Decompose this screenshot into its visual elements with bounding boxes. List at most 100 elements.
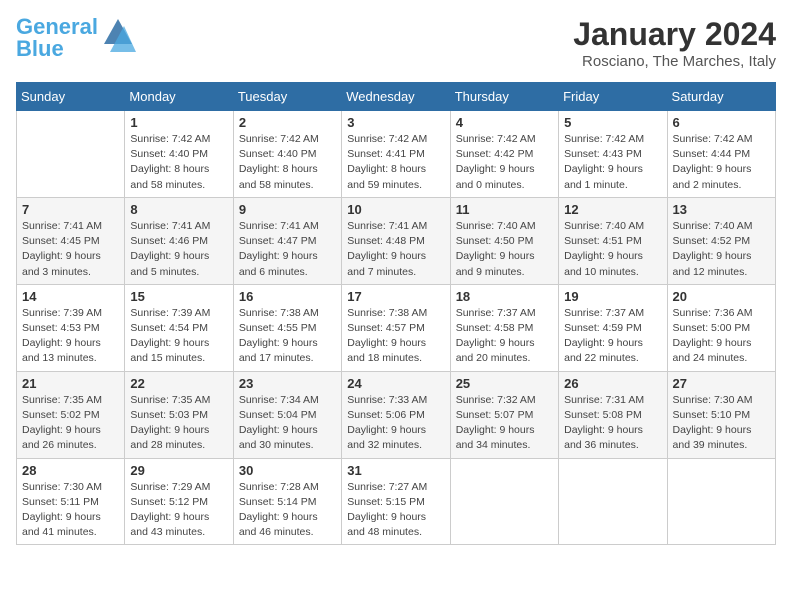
logo: GeneralBlue <box>16 16 136 60</box>
day-info: Sunrise: 7:42 AM Sunset: 4:40 PM Dayligh… <box>239 132 336 193</box>
weekday-header: Thursday <box>450 83 558 111</box>
day-number: 19 <box>564 289 661 304</box>
day-info: Sunrise: 7:40 AM Sunset: 4:51 PM Dayligh… <box>564 219 661 280</box>
calendar-cell: 23 Sunrise: 7:34 AM Sunset: 5:04 PM Dayli… <box>233 371 341 458</box>
day-number: 21 <box>22 376 119 391</box>
day-info: Sunrise: 7:27 AM Sunset: 5:15 PM Dayligh… <box>347 480 444 541</box>
calendar-cell: 9 Sunrise: 7:41 AM Sunset: 4:47 PM Daylig… <box>233 197 341 284</box>
calendar-cell: 15 Sunrise: 7:39 AM Sunset: 4:54 PM Dayli… <box>125 284 233 371</box>
calendar-cell: 7Sunrise: 7:41 AM Sunset: 4:45 PM Daylig… <box>17 197 125 284</box>
calendar-cell: 29Sunrise: 7:29 AM Sunset: 5:12 PM Dayli… <box>125 458 233 545</box>
calendar-cell <box>667 458 775 545</box>
calendar-cell: 21Sunrise: 7:35 AM Sunset: 5:02 PM Dayli… <box>17 371 125 458</box>
day-number: 15 <box>130 289 227 304</box>
day-number: 6 <box>673 115 770 130</box>
day-number: 23 <box>239 376 336 391</box>
weekday-header: Tuesday <box>233 83 341 111</box>
weekday-header: Friday <box>559 83 667 111</box>
calendar-cell: 1Sunrise: 7:42 AM Sunset: 4:40 PM Daylig… <box>125 111 233 198</box>
logo-icon <box>100 14 136 54</box>
location: Rosciano, The Marches, Italy <box>573 53 776 70</box>
day-number: 14 <box>22 289 119 304</box>
calendar-week-row: 7Sunrise: 7:41 AM Sunset: 4:45 PM Daylig… <box>17 197 776 284</box>
calendar-cell: 10Sunrise: 7:41 AM Sunset: 4:48 PM Dayli… <box>342 197 450 284</box>
day-info: Sunrise: 7:41 AM Sunset: 4:47 PM Dayligh… <box>239 219 336 280</box>
month-title: January 2024 <box>573 16 776 53</box>
day-number: 12 <box>564 202 661 217</box>
calendar-cell: 18 Sunrise: 7:37 AM Sunset: 4:58 PM Dayli… <box>450 284 558 371</box>
calendar-cell: 2Sunrise: 7:42 AM Sunset: 4:40 PM Daylig… <box>233 111 341 198</box>
day-number: 4 <box>456 115 553 130</box>
day-info: Sunrise: 7:41 AM Sunset: 4:46 PM Dayligh… <box>130 219 227 280</box>
weekday-header: Monday <box>125 83 233 111</box>
day-info: Sunrise: 7:31 AM Sunset: 5:08 PM Dayligh… <box>564 393 661 454</box>
day-info: Sunrise: 7:37 AM Sunset: 4:59 PM Dayligh… <box>564 306 661 367</box>
day-info: Sunrise: 7:35 AM Sunset: 5:03 PM Dayligh… <box>130 393 227 454</box>
day-number: 30 <box>239 463 336 478</box>
calendar-cell: 6 Sunrise: 7:42 AM Sunset: 4:44 PM Daylig… <box>667 111 775 198</box>
day-info: Sunrise: 7:42 AM Sunset: 4:40 PM Dayligh… <box>130 132 227 193</box>
page-header: GeneralBlue January 2024 Rosciano, The M… <box>16 16 776 70</box>
calendar-cell <box>559 458 667 545</box>
calendar-header-row: SundayMondayTuesdayWednesdayThursdayFrid… <box>17 83 776 111</box>
calendar-cell: 26 Sunrise: 7:31 AM Sunset: 5:08 PM Dayli… <box>559 371 667 458</box>
day-info: Sunrise: 7:42 AM Sunset: 4:42 PM Dayligh… <box>456 132 553 193</box>
calendar-week-row: 14Sunrise: 7:39 AM Sunset: 4:53 PM Dayli… <box>17 284 776 371</box>
day-number: 13 <box>673 202 770 217</box>
calendar-cell <box>17 111 125 198</box>
calendar-cell: 8 Sunrise: 7:41 AM Sunset: 4:46 PM Daylig… <box>125 197 233 284</box>
day-info: Sunrise: 7:30 AM Sunset: 5:10 PM Dayligh… <box>673 393 770 454</box>
calendar-week-row: 1Sunrise: 7:42 AM Sunset: 4:40 PM Daylig… <box>17 111 776 198</box>
calendar-week-row: 28Sunrise: 7:30 AM Sunset: 5:11 PM Dayli… <box>17 458 776 545</box>
calendar-week-row: 21Sunrise: 7:35 AM Sunset: 5:02 PM Dayli… <box>17 371 776 458</box>
day-number: 25 <box>456 376 553 391</box>
calendar-cell: 11 Sunrise: 7:40 AM Sunset: 4:50 PM Dayli… <box>450 197 558 284</box>
day-number: 18 <box>456 289 553 304</box>
day-number: 31 <box>347 463 444 478</box>
day-number: 20 <box>673 289 770 304</box>
day-info: Sunrise: 7:40 AM Sunset: 4:52 PM Dayligh… <box>673 219 770 280</box>
day-number: 24 <box>347 376 444 391</box>
day-number: 8 <box>130 202 227 217</box>
calendar-cell: 3 Sunrise: 7:42 AM Sunset: 4:41 PM Daylig… <box>342 111 450 198</box>
calendar-cell: 31 Sunrise: 7:27 AM Sunset: 5:15 PM Dayli… <box>342 458 450 545</box>
calendar-cell: 14Sunrise: 7:39 AM Sunset: 4:53 PM Dayli… <box>17 284 125 371</box>
calendar-cell: 27 Sunrise: 7:30 AM Sunset: 5:10 PM Dayli… <box>667 371 775 458</box>
day-info: Sunrise: 7:37 AM Sunset: 4:58 PM Dayligh… <box>456 306 553 367</box>
day-number: 7 <box>22 202 119 217</box>
day-number: 22 <box>130 376 227 391</box>
day-number: 11 <box>456 202 553 217</box>
day-number: 3 <box>347 115 444 130</box>
calendar-cell: 5Sunrise: 7:42 AM Sunset: 4:43 PM Daylig… <box>559 111 667 198</box>
day-info: Sunrise: 7:36 AM Sunset: 5:00 PM Dayligh… <box>673 306 770 367</box>
calendar-cell: 12 Sunrise: 7:40 AM Sunset: 4:51 PM Dayli… <box>559 197 667 284</box>
day-number: 5 <box>564 115 661 130</box>
day-number: 9 <box>239 202 336 217</box>
day-info: Sunrise: 7:40 AM Sunset: 4:50 PM Dayligh… <box>456 219 553 280</box>
day-info: Sunrise: 7:42 AM Sunset: 4:41 PM Dayligh… <box>347 132 444 193</box>
calendar-cell: 30 Sunrise: 7:28 AM Sunset: 5:14 PM Dayli… <box>233 458 341 545</box>
day-info: Sunrise: 7:34 AM Sunset: 5:04 PM Dayligh… <box>239 393 336 454</box>
calendar-cell: 4 Sunrise: 7:42 AM Sunset: 4:42 PM Daylig… <box>450 111 558 198</box>
day-info: Sunrise: 7:38 AM Sunset: 4:55 PM Dayligh… <box>239 306 336 367</box>
calendar-cell: 28Sunrise: 7:30 AM Sunset: 5:11 PM Dayli… <box>17 458 125 545</box>
calendar-cell: 19 Sunrise: 7:37 AM Sunset: 4:59 PM Dayli… <box>559 284 667 371</box>
calendar-cell: 22 Sunrise: 7:35 AM Sunset: 5:03 PM Dayli… <box>125 371 233 458</box>
day-number: 27 <box>673 376 770 391</box>
day-info: Sunrise: 7:33 AM Sunset: 5:06 PM Dayligh… <box>347 393 444 454</box>
day-number: 29 <box>130 463 227 478</box>
calendar-cell: 13 Sunrise: 7:40 AM Sunset: 4:52 PM Dayli… <box>667 197 775 284</box>
day-info: Sunrise: 7:39 AM Sunset: 4:54 PM Dayligh… <box>130 306 227 367</box>
day-info: Sunrise: 7:32 AM Sunset: 5:07 PM Dayligh… <box>456 393 553 454</box>
day-number: 26 <box>564 376 661 391</box>
title-area: January 2024 Rosciano, The Marches, Ital… <box>573 16 776 70</box>
calendar-cell: 16Sunrise: 7:38 AM Sunset: 4:55 PM Dayli… <box>233 284 341 371</box>
logo-text: GeneralBlue <box>16 16 98 60</box>
weekday-header: Wednesday <box>342 83 450 111</box>
day-number: 28 <box>22 463 119 478</box>
day-info: Sunrise: 7:28 AM Sunset: 5:14 PM Dayligh… <box>239 480 336 541</box>
day-info: Sunrise: 7:42 AM Sunset: 4:44 PM Dayligh… <box>673 132 770 193</box>
day-info: Sunrise: 7:38 AM Sunset: 4:57 PM Dayligh… <box>347 306 444 367</box>
calendar-cell: 25 Sunrise: 7:32 AM Sunset: 5:07 PM Dayli… <box>450 371 558 458</box>
weekday-header: Sunday <box>17 83 125 111</box>
